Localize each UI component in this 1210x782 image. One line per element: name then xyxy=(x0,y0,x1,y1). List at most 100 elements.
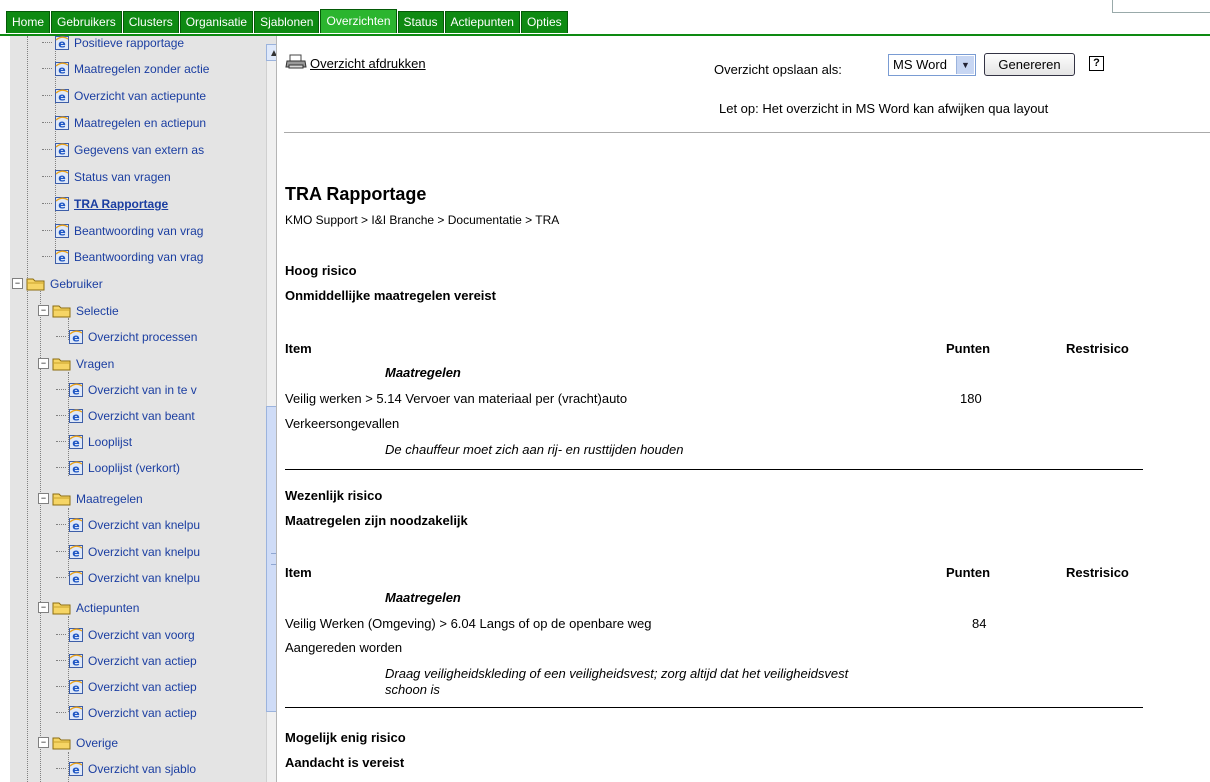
sidebar-item[interactable]: e Overzicht van beant xyxy=(56,405,195,426)
help-icon[interactable]: ? xyxy=(1089,56,1104,71)
sidebar-item[interactable]: e Positieve rapportage xyxy=(42,36,184,53)
tree-connector xyxy=(42,149,52,150)
sidebar-item-label[interactable]: Looplijst xyxy=(88,432,132,452)
sidebar-item[interactable]: e Status van vragen xyxy=(42,166,171,187)
sidebar-item-label[interactable]: Status van vragen xyxy=(74,167,171,187)
sidebar-folder[interactable]: − Maatregelen xyxy=(38,488,143,508)
sidebar-tree: e Positieve rapportage e Maatregelen zonder… xyxy=(10,36,277,782)
column-header-item: Item xyxy=(285,341,312,356)
tab-actiepunten[interactable]: Actiepunten xyxy=(444,11,520,33)
sidebar-item[interactable]: e Overzicht van knelpu xyxy=(56,514,200,535)
sidebar-folder[interactable]: − Gebruiker xyxy=(12,273,103,293)
top-navigation-bar: Home Gebruikers Clusters Organisatie Sja… xyxy=(0,0,1210,36)
sidebar-item[interactable]: e Overzicht van knelpu xyxy=(56,567,200,588)
format-select[interactable]: MS Word ▼ xyxy=(888,54,976,76)
sidebar-folder[interactable]: − Overige xyxy=(38,732,118,752)
sidebar-item-label[interactable]: Overzicht van actiep xyxy=(88,703,197,723)
sidebar-item[interactable]: e Beantwoording van vrag xyxy=(42,220,203,241)
tab-overzichten[interactable]: Overzichten xyxy=(320,9,397,33)
sidebar-item[interactable]: e Overzicht van actiep xyxy=(56,702,197,723)
sidebar-item-label[interactable]: Gebruiker xyxy=(50,274,103,294)
sidebar-item-label[interactable]: Overzicht processen xyxy=(88,327,197,347)
tree-connector xyxy=(56,336,66,337)
tab-opties[interactable]: Opties xyxy=(520,11,568,33)
sidebar-item-label[interactable]: Maatregelen xyxy=(76,489,143,509)
report-page-icon: e xyxy=(68,679,84,695)
tab-home[interactable]: Home xyxy=(6,11,51,33)
sidebar-item-label[interactable]: Overzicht van beant xyxy=(88,406,195,426)
sidebar-item-label[interactable]: Beantwoording van vrag xyxy=(74,221,203,241)
sidebar-item-label[interactable]: Looplijst (verkort) xyxy=(88,458,180,478)
sidebar-item-label[interactable]: Selectie xyxy=(76,301,119,321)
report-page-icon: e xyxy=(68,627,84,643)
sidebar-item-label[interactable]: Vragen xyxy=(76,354,114,374)
sidebar-item-label[interactable]: Overzicht van actiep xyxy=(88,677,197,697)
sidebar-item[interactable]: e Gegevens van extern as xyxy=(42,139,204,160)
sidebar-item[interactable]: e Looplijst (verkort) xyxy=(56,457,180,478)
tree-connector xyxy=(42,230,52,231)
tree-connector xyxy=(56,712,66,713)
tab-clusters[interactable]: Clusters xyxy=(122,11,179,33)
report-page-icon: e xyxy=(54,88,70,104)
tab-sjablonen[interactable]: Sjablonen xyxy=(254,11,320,33)
collapse-toggle-icon[interactable]: − xyxy=(38,737,49,749)
sidebar-scrollbar-thumb[interactable] xyxy=(266,406,276,712)
sidebar-item[interactable]: e TRA Rapportage xyxy=(42,193,168,214)
sidebar-item[interactable]: e Overzicht van sjablo xyxy=(56,758,196,779)
sidebar-item-label[interactable]: Beantwoording van vrag xyxy=(74,247,203,267)
sidebar-item[interactable]: e Overzicht processen xyxy=(56,326,197,347)
sidebar-item[interactable]: e Overzicht van knelpu xyxy=(56,541,200,562)
top-right-field[interactable] xyxy=(1112,0,1210,13)
sidebar-folder[interactable]: − Selectie xyxy=(38,300,119,320)
sidebar-item[interactable]: e Looplijst xyxy=(56,431,132,452)
tree-connector xyxy=(56,577,66,578)
sidebar-item-label[interactable]: Overzicht van actiepunte xyxy=(74,86,206,106)
sidebar-item-label[interactable]: Gegevens van extern as xyxy=(74,140,204,160)
sidebar-item[interactable]: e Maatregelen en actiepun xyxy=(42,112,206,133)
risk-requirement: Onmiddellijke maatregelen vereist xyxy=(285,288,496,303)
report-page-icon: e xyxy=(54,115,70,131)
sidebar-item-label[interactable]: Overzicht van sjablo xyxy=(88,759,196,779)
sidebar-folder[interactable]: − Actiepunten xyxy=(38,597,139,617)
main-content: Overzicht afdrukken Overzicht opslaan al… xyxy=(280,36,1210,782)
sidebar-item-label[interactable]: TRA Rapportage xyxy=(74,194,168,214)
sidebar-item[interactable]: e Overzicht van actiepunte xyxy=(42,85,206,106)
sidebar-item-label[interactable]: Actiepunten xyxy=(76,598,139,618)
sidebar-item[interactable]: e Overzicht van actiep xyxy=(56,676,197,697)
chevron-down-icon[interactable]: ▼ xyxy=(956,56,974,74)
sidebar-item[interactable]: e Overzicht van actiep xyxy=(56,650,197,671)
tab-gebruikers[interactable]: Gebruikers xyxy=(51,11,122,33)
sidebar-folder[interactable]: − Vragen xyxy=(38,353,114,373)
collapse-toggle-icon[interactable]: − xyxy=(38,602,49,614)
collapse-toggle-icon[interactable]: − xyxy=(38,493,49,505)
sidebar-item-label[interactable]: Overzicht van knelpu xyxy=(88,542,200,562)
sidebar-item-label[interactable]: Maatregelen zonder actie xyxy=(74,59,209,79)
sidebar-item-label[interactable]: Overige xyxy=(76,733,118,753)
generate-button[interactable]: Genereren xyxy=(984,53,1075,76)
tree-connector xyxy=(56,551,66,552)
print-link-label[interactable]: Overzicht afdrukken xyxy=(310,56,426,71)
sidebar-item-label[interactable]: Positieve rapportage xyxy=(74,36,184,53)
tab-status[interactable]: Status xyxy=(397,11,444,33)
sidebar-item-label[interactable]: Overzicht van knelpu xyxy=(88,515,200,535)
collapse-toggle-icon[interactable]: − xyxy=(38,305,49,317)
tree-connector xyxy=(42,42,52,43)
sidebar-item-label[interactable]: Overzicht van knelpu xyxy=(88,568,200,588)
svg-text:e: e xyxy=(58,198,65,211)
sidebar-item[interactable]: e Beantwoording van vrag xyxy=(42,246,203,267)
sidebar-item[interactable]: e Overzicht van in te v xyxy=(56,379,197,400)
sidebar-item-label[interactable]: Maatregelen en actiepun xyxy=(74,113,206,133)
print-overview-link[interactable]: Overzicht afdrukken xyxy=(285,54,426,71)
svg-text:e: e xyxy=(72,546,79,559)
sidebar-item[interactable]: e Maatregelen zonder actie xyxy=(42,58,209,79)
column-header-points: Punten xyxy=(946,341,991,356)
scroll-up-icon[interactable]: ▲ xyxy=(266,44,276,61)
sidebar-item-label[interactable]: Overzicht van in te v xyxy=(88,380,197,400)
collapse-toggle-icon[interactable]: − xyxy=(38,358,49,370)
tab-organisatie[interactable]: Organisatie xyxy=(179,11,254,33)
sidebar-item[interactable]: e Overzicht van voorg xyxy=(56,624,195,645)
sidebar-item-label[interactable]: Overzicht van actiep xyxy=(88,651,197,671)
sidebar-item-label[interactable]: Overzicht van voorg xyxy=(88,625,195,645)
collapse-toggle-icon[interactable]: − xyxy=(12,278,23,290)
risk-level: Wezenlijk risico xyxy=(285,488,383,503)
